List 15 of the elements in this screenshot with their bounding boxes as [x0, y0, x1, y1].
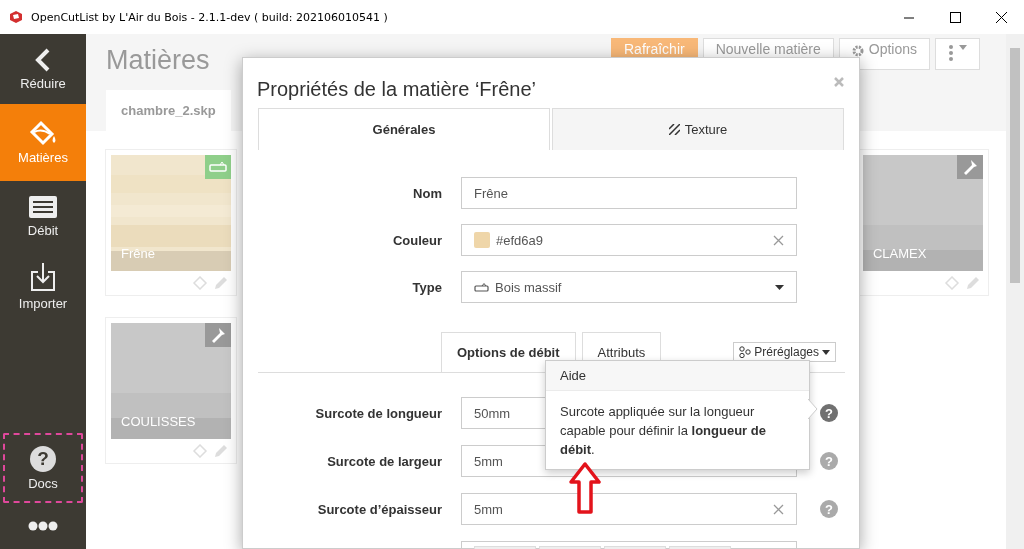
field-label: Surcote de largeur: [326, 453, 442, 469]
material-name: Frêne: [121, 246, 155, 261]
field-label: Surcote de longueur: [314, 405, 442, 421]
material-name: CLAMEX: [872, 246, 927, 261]
field-label: Surcote d’épaisseur: [316, 501, 442, 517]
popover-title: Aide: [546, 361, 809, 391]
dialog-title: Propriétés de la matière ‘Frêne’: [257, 78, 536, 101]
help-icon: ?: [30, 445, 56, 472]
page-title: Matières: [106, 45, 210, 76]
window-title: OpenCutList by L'Air du Bois - 2.1.1-dev ( build: 202106010541 ): [31, 10, 388, 24]
field-label: Type: [411, 279, 442, 295]
field-label: Nom: [412, 185, 442, 201]
field-label: Couleur: [391, 232, 442, 248]
material-name: COULISSES: [121, 414, 196, 429]
popover-text: Surcote appliquée sur la longueur capable pour définir la longueur de débit.: [559, 403, 767, 459]
